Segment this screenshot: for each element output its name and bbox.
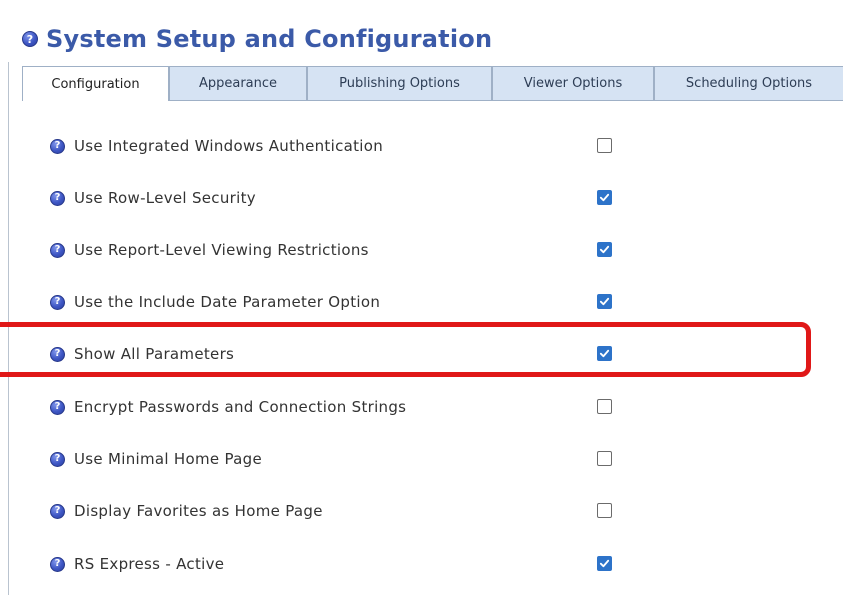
page-title: System Setup and Configuration: [46, 25, 493, 53]
setting-label: Show All Parameters: [74, 345, 235, 363]
setting-checkbox[interactable]: [597, 556, 612, 571]
checkmark-icon: [599, 193, 610, 202]
left-border-rule: [8, 62, 9, 595]
help-icon[interactable]: ?: [50, 346, 65, 362]
setting-checkbox[interactable]: [597, 346, 612, 361]
help-icon[interactable]: ?: [50, 451, 65, 467]
setting-row: ? Encrypt Passwords and Connection Strin…: [50, 392, 650, 422]
setting-row: ? RS Express - Active: [50, 549, 650, 579]
setting-row: ? Use Minimal Home Page: [50, 444, 650, 474]
setting-label: Use Report-Level Viewing Restrictions: [74, 241, 369, 259]
checkmark-icon: [599, 245, 610, 254]
tab-configuration[interactable]: Configuration: [22, 66, 169, 101]
setting-row: ? Use Row-Level Security: [50, 183, 650, 213]
setting-checkbox[interactable]: [597, 503, 612, 518]
setting-label: Use Minimal Home Page: [74, 450, 262, 468]
checkmark-icon: [599, 297, 610, 306]
help-icon[interactable]: ?: [50, 190, 65, 206]
help-icon[interactable]: ?: [50, 294, 65, 310]
setting-label: Display Favorites as Home Page: [74, 502, 323, 520]
setting-label: RS Express - Active: [74, 555, 225, 573]
help-icon[interactable]: ?: [50, 399, 65, 415]
setting-label: Use Row-Level Security: [74, 189, 256, 207]
setting-row: ? Use Report-Level Viewing Restrictions: [50, 235, 650, 265]
setting-checkbox[interactable]: [597, 294, 612, 309]
setting-label: Use Integrated Windows Authentication: [74, 137, 384, 155]
help-icon[interactable]: ?: [50, 503, 65, 519]
help-icon[interactable]: ?: [50, 138, 65, 154]
setting-label: Encrypt Passwords and Connection Strings: [74, 398, 407, 416]
tab-scheduling-options[interactable]: Scheduling Options: [654, 66, 843, 100]
settings-tabbar: Configuration Appearance Publishing Opti…: [22, 66, 843, 101]
help-icon[interactable]: ?: [22, 31, 38, 47]
tab-appearance[interactable]: Appearance: [169, 66, 307, 100]
checkmark-icon: [599, 349, 610, 358]
setting-row-show-all-parameters: ? Show All Parameters: [50, 339, 650, 369]
setting-label: Use the Include Date Parameter Option: [74, 293, 381, 311]
setting-checkbox[interactable]: [597, 138, 612, 153]
page-header: ? System Setup and Configuration: [22, 22, 492, 56]
setting-row: ? Use Integrated Windows Authentication: [50, 131, 650, 161]
help-icon[interactable]: ?: [50, 556, 65, 572]
setting-checkbox[interactable]: [597, 190, 612, 205]
setting-row: ? Display Favorites as Home Page: [50, 496, 650, 526]
setting-checkbox[interactable]: [597, 242, 612, 257]
tab-viewer-options[interactable]: Viewer Options: [492, 66, 654, 100]
tab-publishing-options[interactable]: Publishing Options: [307, 66, 492, 100]
setting-row: ? Use the Include Date Parameter Option: [50, 287, 650, 317]
checkmark-icon: [599, 559, 610, 568]
help-icon[interactable]: ?: [50, 242, 65, 258]
setting-checkbox[interactable]: [597, 399, 612, 414]
setting-checkbox[interactable]: [597, 451, 612, 466]
